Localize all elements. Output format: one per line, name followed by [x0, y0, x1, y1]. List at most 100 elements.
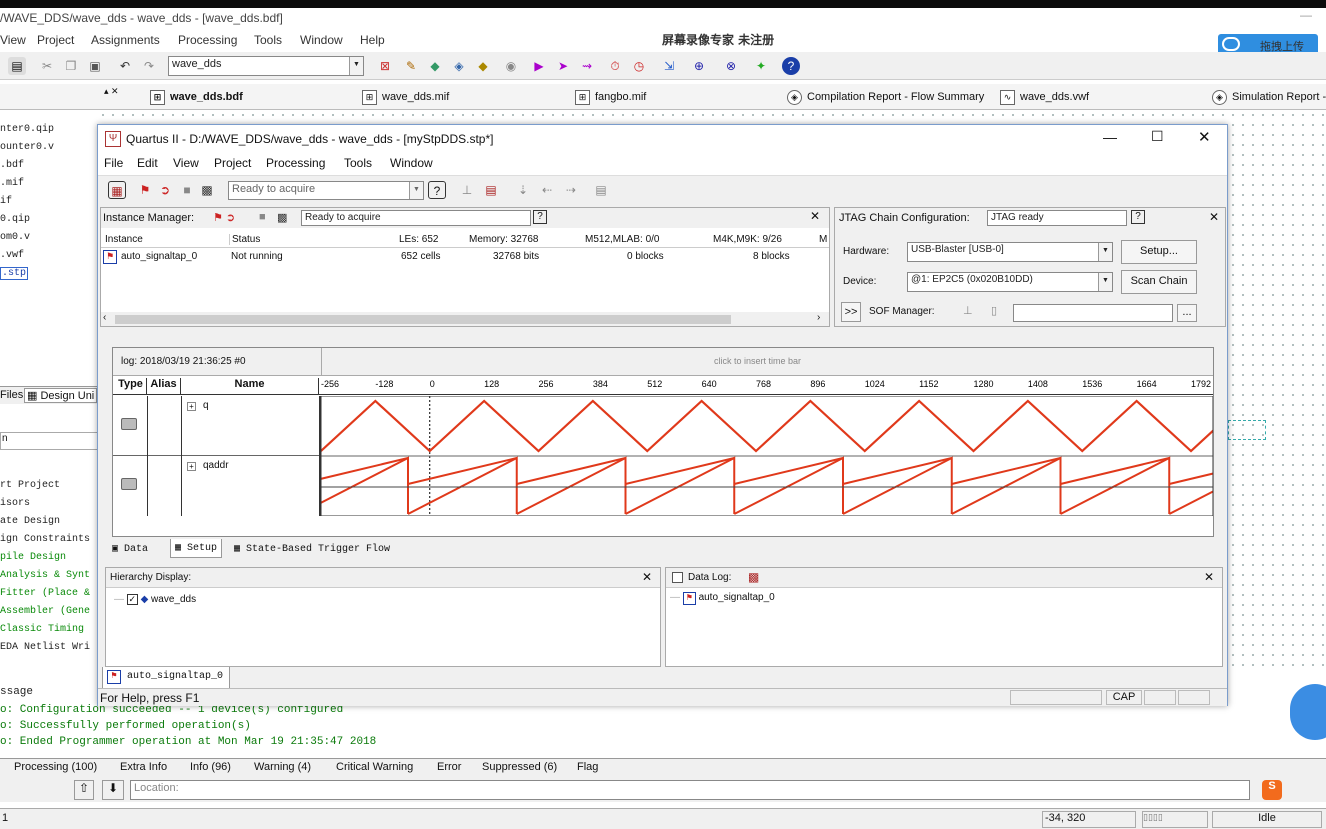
rtl-viewer-icon[interactable]: ⊕	[690, 57, 708, 75]
timing-icon[interactable]: ⏱	[606, 57, 624, 75]
data-log-icon[interactable]: ▩	[748, 570, 759, 584]
locate-icon[interactable]: ⬇	[102, 780, 124, 800]
tab-flag[interactable]: Flag	[577, 761, 598, 773]
signal-row-q[interactable]: + q	[113, 396, 319, 456]
location-field[interactable]: Location:	[130, 780, 1250, 800]
help-icon[interactable]: ?	[1131, 210, 1145, 224]
tab-wave-dds-mif[interactable]: ⊞ wave_dds.mif	[360, 88, 449, 108]
redo-icon[interactable]: ↷	[140, 57, 158, 75]
file-icon[interactable]: ▯	[991, 304, 997, 317]
file-item[interactable]: .vwf	[0, 250, 24, 261]
task-start-project[interactable]: rt Project	[0, 480, 60, 491]
synthesis-icon[interactable]: ⇝	[578, 57, 596, 75]
tab-simulation-report[interactable]: ◈ Simulation Report -	[1210, 88, 1326, 108]
menu-window[interactable]: Window	[300, 33, 343, 47]
tab-extra-info[interactable]: Extra Info	[120, 761, 167, 773]
col-m512[interactable]: M512,MLAB: 0/0	[585, 234, 659, 245]
tab-error[interactable]: Error	[437, 761, 461, 773]
col-memory[interactable]: Memory: 32768	[469, 234, 538, 245]
time-bar-area[interactable]: click to insert time bar	[321, 348, 1213, 376]
tab-warning[interactable]: Warning (4)	[254, 761, 311, 773]
input-method-icon[interactable]: S	[1262, 780, 1282, 800]
help-icon[interactable]: ?	[533, 210, 547, 224]
instance-icon[interactable]: ▦	[108, 181, 126, 199]
col-type[interactable]: Type	[115, 378, 147, 394]
message-line[interactable]: o: Ended Programmer operation at Mon Mar…	[0, 736, 376, 748]
table-row[interactable]: ⚑ auto_signaltap_0 Not running 652 cells…	[101, 250, 829, 266]
file-item-selected[interactable]: .stp	[0, 267, 29, 280]
horizontal-scrollbar[interactable]: ‹ ›	[101, 312, 829, 326]
pane-close-icon[interactable]: ▴ ✕	[104, 86, 119, 97]
stop-icon[interactable]: ◉	[502, 57, 520, 75]
programmer-icon[interactable]: ⊗	[722, 57, 740, 75]
back-arrow-icon[interactable]: ⇠	[538, 181, 556, 199]
col-name[interactable]: Name	[181, 378, 319, 394]
menu-tools[interactable]: Tools	[254, 33, 282, 47]
tab-processing[interactable]: Processing (100)	[14, 761, 97, 773]
tab-setup[interactable]: ▦ Setup	[170, 539, 223, 558]
tab-state-based-trigger-flow[interactable]: ▦ State-Based Trigger Flow	[234, 543, 390, 555]
waveform-plot[interactable]	[321, 396, 1213, 516]
tab-compilation-report[interactable]: ◈ Compilation Report - Flow Summary	[785, 88, 984, 108]
scroll-thumb[interactable]	[115, 315, 731, 324]
task-create-design[interactable]: ate Design	[0, 516, 60, 527]
file-item[interactable]: if	[0, 196, 12, 207]
instance-manager-close-icon[interactable]: ✕	[810, 209, 820, 223]
forward-arrow-icon[interactable]: ⇢	[562, 181, 580, 199]
read-data-icon[interactable]: ▩	[277, 211, 287, 224]
print-icon[interactable]: ▤	[8, 57, 26, 75]
task-analysis-synthesis[interactable]: Analysis & Synt	[0, 570, 90, 581]
menu-view[interactable]: View	[0, 33, 26, 47]
pencil-icon[interactable]: ✎	[402, 57, 420, 75]
chip-icon[interactable]: ◈	[450, 57, 468, 75]
tab-suppressed[interactable]: Suppressed (6)	[482, 761, 557, 773]
scan-chain-button[interactable]: Scan Chain	[1121, 270, 1197, 294]
read-data-icon[interactable]: ▩	[198, 181, 216, 199]
tab-wave-dds-bdf[interactable]: ⊞ wave_dds.bdf	[148, 88, 243, 108]
setup-button[interactable]: Setup...	[1121, 240, 1197, 264]
acquire-status-select[interactable]: Ready to acquire ▼	[228, 181, 424, 200]
tab-files[interactable]: Files	[0, 389, 23, 401]
file-item[interactable]: nter0.qip	[0, 124, 54, 135]
file-item[interactable]: om0.v	[0, 232, 30, 243]
task-advisors[interactable]: isors	[0, 498, 30, 509]
up-arrow-icon[interactable]: ⇧	[74, 780, 94, 800]
task-assembler[interactable]: Assembler (Gene	[0, 606, 90, 617]
list-icon[interactable]: ▤	[592, 181, 610, 199]
analysis-icon[interactable]: ➤	[554, 57, 572, 75]
hierarchy-close-icon[interactable]: ✕	[642, 570, 652, 584]
tab-critical-warning[interactable]: Critical Warning	[336, 761, 413, 773]
menu-project[interactable]: Project	[214, 156, 251, 170]
menu-help[interactable]: Help	[360, 33, 385, 47]
browse-button[interactable]: ...	[1177, 304, 1197, 322]
file-item[interactable]: .mif	[0, 178, 24, 189]
task-fitter[interactable]: Fitter (Place &	[0, 588, 90, 599]
settings-icon[interactable]: ◆	[426, 57, 444, 75]
menu-processing[interactable]: Processing	[178, 33, 237, 47]
menu-view[interactable]: View	[173, 156, 199, 170]
cut-icon[interactable]: ✂	[38, 57, 56, 75]
entity-select[interactable]: wave_dds ▼	[168, 56, 364, 76]
data-log-checkbox[interactable]	[672, 572, 683, 583]
scroll-left-icon[interactable]: ‹	[103, 312, 106, 323]
file-item[interactable]: .bdf	[0, 160, 24, 171]
run-analysis-icon[interactable]: ⚑	[136, 181, 154, 199]
file-item[interactable]: ounter0.v	[0, 142, 54, 153]
task-eda-netlist[interactable]: EDA Netlist Wri	[0, 642, 90, 653]
menu-processing[interactable]: Processing	[266, 156, 325, 170]
jtag-close-icon[interactable]: ✕	[1209, 210, 1219, 224]
menu-project[interactable]: Project	[37, 33, 74, 47]
menu-edit[interactable]: Edit	[137, 156, 158, 170]
autorun-analysis-icon[interactable]: ➲	[156, 181, 174, 199]
compile-icon[interactable]: ⊠	[376, 57, 394, 75]
menu-assignments[interactable]: Assignments	[91, 33, 160, 47]
help-icon[interactable]: ?	[428, 181, 446, 199]
task-compile-design[interactable]: pile Design	[0, 552, 66, 563]
minimize-icon[interactable]: —	[1103, 129, 1117, 145]
program-icon[interactable]: ⊥	[963, 304, 973, 317]
tab-wave-dds-vwf[interactable]: ∿ wave_dds.vwf	[998, 88, 1089, 108]
copy-icon[interactable]: ❐	[62, 57, 80, 75]
device-select[interactable]: @1: EP2C5 (0x020B10DD) ▼	[907, 272, 1113, 292]
down-arrow-icon[interactable]: ⇣	[514, 181, 532, 199]
task-assign-constraints[interactable]: ign Constraints	[0, 534, 90, 545]
